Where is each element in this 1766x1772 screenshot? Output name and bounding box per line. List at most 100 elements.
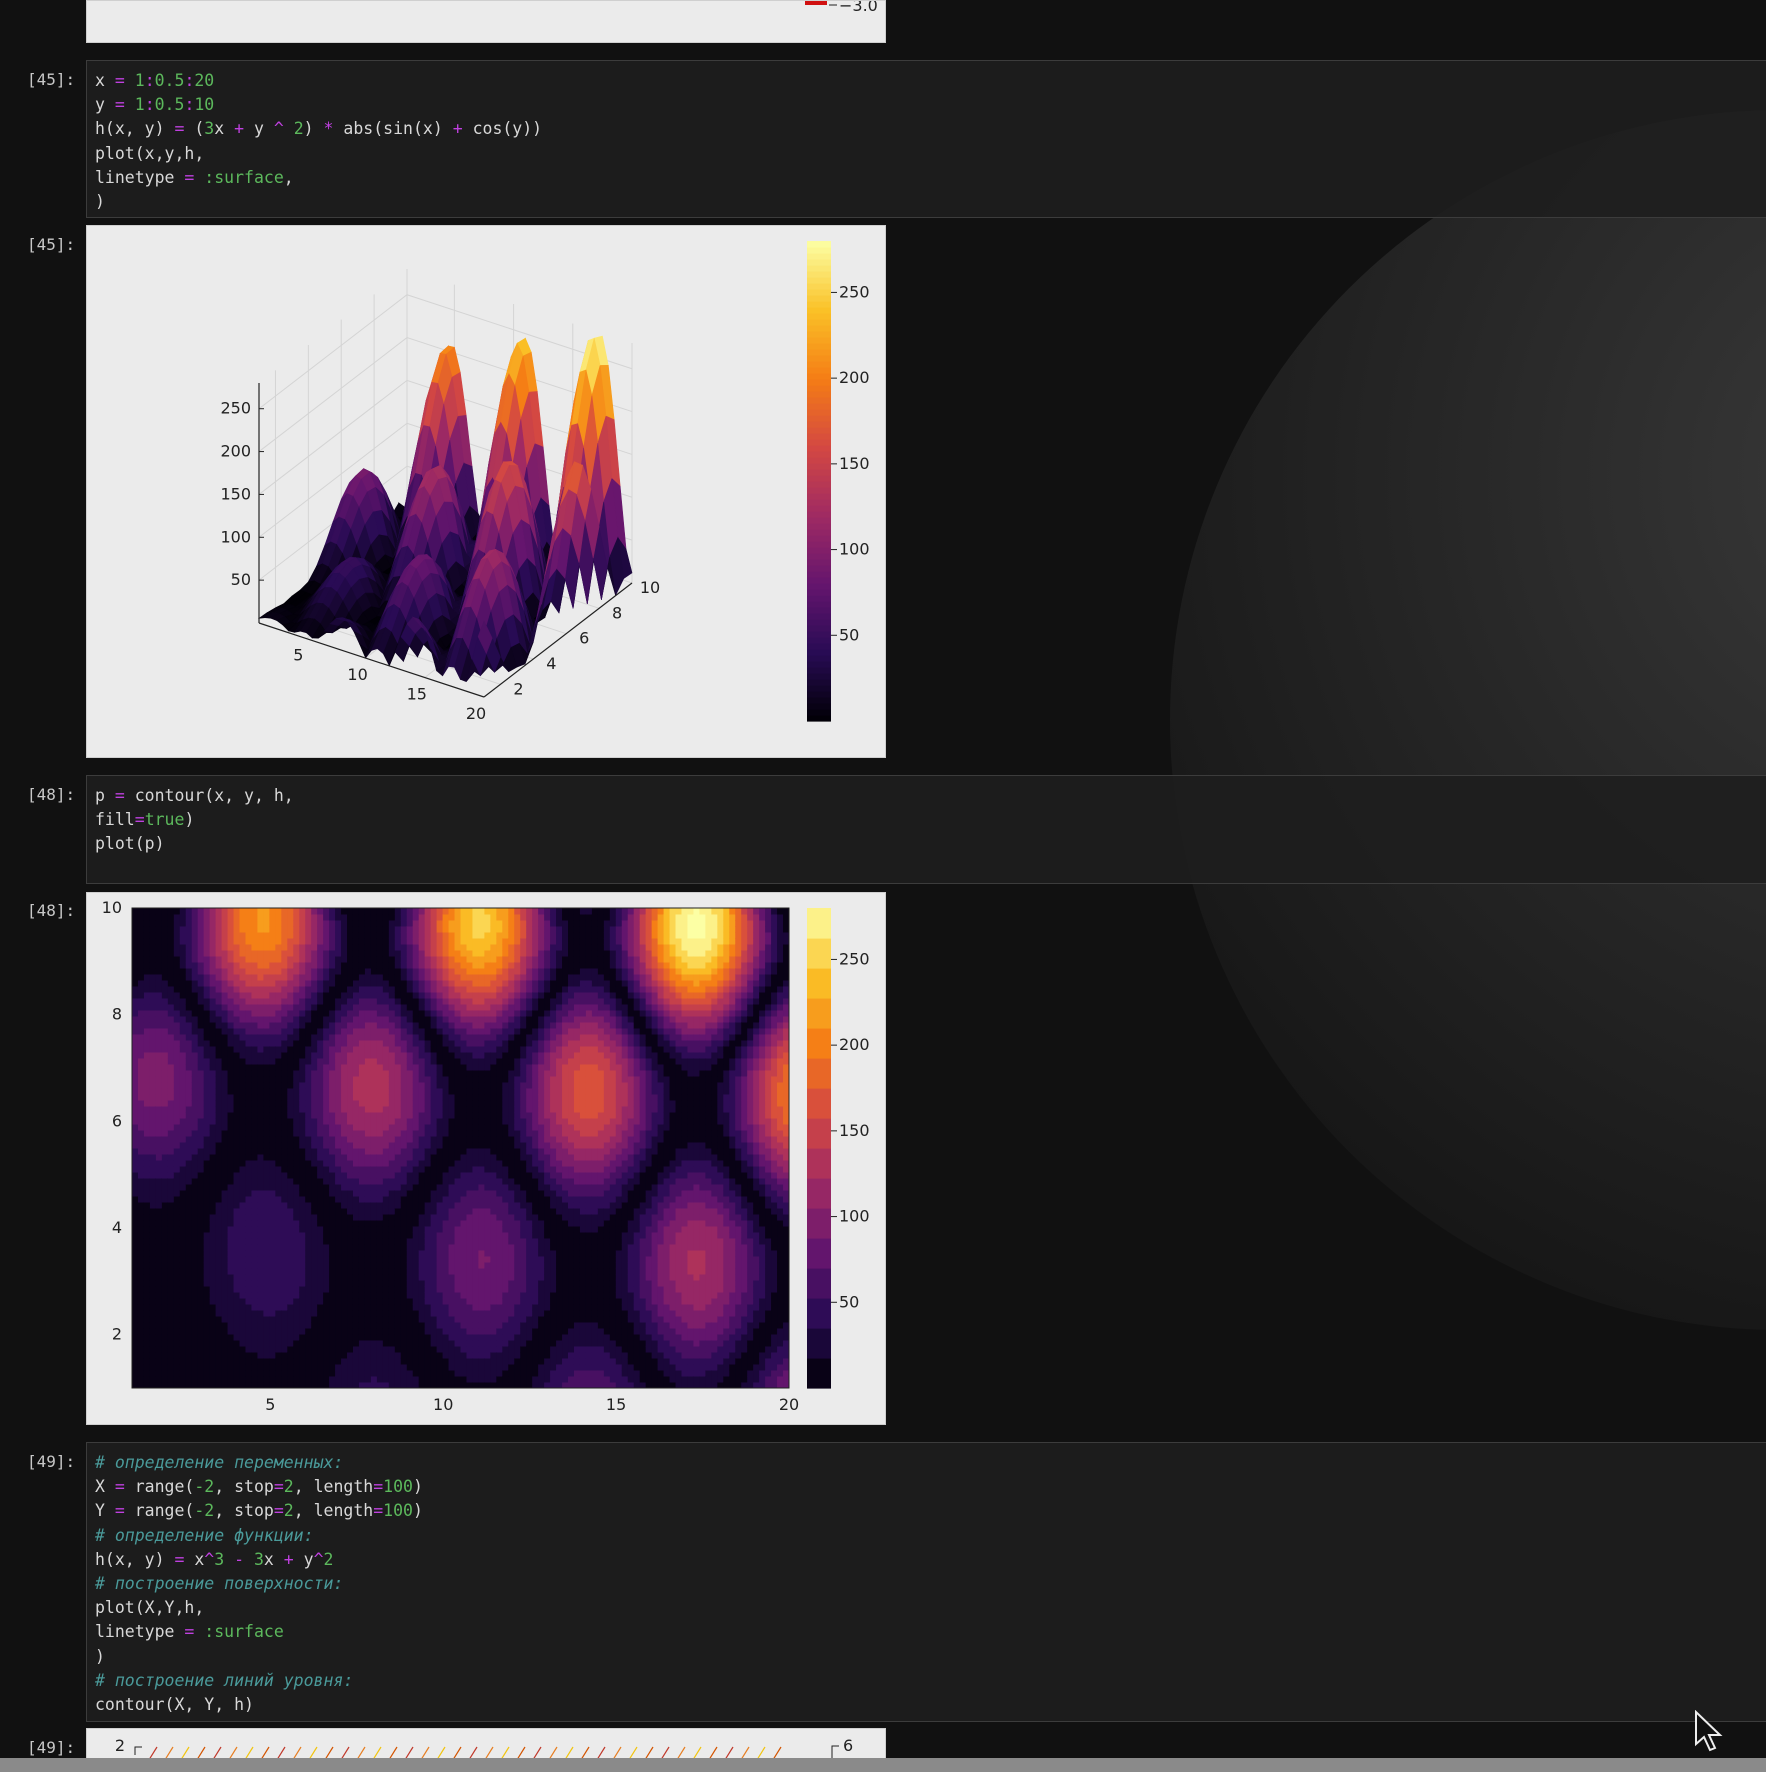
- contour-cell: [149, 956, 157, 963]
- contour-cell: [394, 1334, 402, 1341]
- contour-cell: [388, 1088, 396, 1095]
- contour-cell: [167, 1292, 175, 1299]
- contour-cell: [132, 1370, 139, 1377]
- contour-cell: [167, 1076, 175, 1083]
- contour-cell: [233, 1244, 241, 1251]
- contour-cell: [257, 938, 264, 945]
- contour-cell: [137, 1124, 145, 1131]
- contour-cell: [173, 1286, 181, 1293]
- contour-cell: [400, 1010, 408, 1017]
- contour-cell: [412, 1352, 420, 1359]
- contour-cell: [311, 1352, 318, 1359]
- contour-cell: [412, 1280, 420, 1287]
- contour-cell: [418, 1184, 426, 1191]
- contour-cell: [275, 1202, 282, 1209]
- contour-cell: [293, 1064, 300, 1071]
- code-token: h(x, y): [95, 119, 175, 139]
- contour-cell: [269, 1208, 276, 1215]
- contour-cell: [221, 1064, 229, 1071]
- contour-cell: [347, 1292, 354, 1299]
- contour-cell: [239, 1262, 246, 1269]
- contour-cell: [305, 1076, 312, 1083]
- contour-cell: [191, 1196, 199, 1203]
- contour-cell: [412, 1028, 420, 1035]
- contour-cell: [245, 1340, 252, 1347]
- contour-cell: [406, 1268, 414, 1275]
- contour-cell: [376, 974, 384, 981]
- contour-cell: [281, 1196, 288, 1203]
- contour-cell: [352, 1010, 360, 1017]
- contour-cell: [251, 992, 258, 999]
- contour-cell: [191, 1274, 199, 1281]
- contour-cell: [388, 908, 396, 915]
- contour-cell: [436, 1340, 444, 1347]
- contour-cell: [352, 1160, 360, 1167]
- contour-cell: [149, 1328, 157, 1335]
- y-tick-label: 2: [513, 679, 523, 698]
- contour-cell: [418, 1088, 426, 1095]
- contour-cell: [233, 1370, 241, 1377]
- code-cell-45[interactable]: x = 1:0.5:20 y = 1:0.5:10 h(x, y) = (3x + …: [86, 60, 1766, 218]
- contour-cell: [299, 1112, 306, 1119]
- contour-cell: [233, 914, 241, 921]
- contour-cell: [233, 1346, 241, 1353]
- code-cell-48[interactable]: p = contour(x, y, h, fill=true) plot(p): [86, 775, 1766, 884]
- contour-cell: [347, 1310, 354, 1317]
- contour-cell: [143, 920, 151, 927]
- contour-cell: [173, 1202, 181, 1209]
- contour-cell: [394, 1310, 402, 1317]
- contour-cell: [329, 1346, 336, 1353]
- contour-cell: [281, 1184, 288, 1191]
- contour-cell: [418, 1016, 426, 1023]
- contour-cell: [364, 1292, 372, 1299]
- contour-cell: [341, 1358, 348, 1365]
- contour-cell: [418, 1004, 426, 1011]
- contour-cell: [281, 1334, 288, 1341]
- contour-cell: [335, 1076, 342, 1083]
- contour-cell: [394, 1232, 402, 1239]
- contour-cell: [263, 1208, 270, 1215]
- contour-cell: [293, 1178, 300, 1185]
- contour-cell: [382, 1202, 390, 1209]
- contour-cell: [388, 1334, 396, 1341]
- contour-cell: [436, 1304, 444, 1311]
- contour-cell: [430, 1106, 438, 1113]
- contour-cell: [275, 1040, 282, 1047]
- contour-cell: [412, 1292, 420, 1299]
- colorbar-segment: [807, 319, 831, 326]
- contour-cell: [364, 956, 372, 963]
- contour-cell: [239, 974, 246, 981]
- contour-cell: [311, 1004, 318, 1011]
- contour-cell: [269, 1112, 276, 1119]
- contour-cell: [311, 1052, 318, 1059]
- contour-cell: [233, 1088, 241, 1095]
- contour-cell: [191, 1256, 199, 1263]
- contour-cell: [305, 1124, 312, 1131]
- contour-cell: [149, 1334, 157, 1341]
- contour-cell: [323, 1064, 330, 1071]
- contour-cell: [412, 1322, 420, 1329]
- contour-cell: [167, 1298, 175, 1305]
- contour-cell: [179, 1310, 187, 1317]
- contour-cell: [221, 1022, 229, 1029]
- contour-cell: [209, 1364, 217, 1371]
- contour-cell: [317, 1298, 324, 1305]
- contour-cell: [352, 1154, 360, 1161]
- contour-cell: [143, 980, 151, 987]
- contour-cell: [394, 1214, 402, 1221]
- contour-cell: [179, 932, 187, 939]
- contour-cell: [257, 1304, 264, 1311]
- contour-cell: [185, 1370, 193, 1377]
- contour-cell: [412, 1274, 420, 1281]
- contour-cell: [418, 1232, 426, 1239]
- contour-cell: [323, 962, 330, 969]
- contour-cell: [370, 1262, 378, 1269]
- contour-cell: [221, 944, 229, 951]
- contour-cell: [215, 1364, 223, 1371]
- contour-cell: [358, 1274, 366, 1281]
- contour-cell: [376, 1106, 384, 1113]
- contour-cell: [161, 1232, 169, 1239]
- contour-cell: [287, 908, 294, 915]
- contour-cell: [185, 1286, 193, 1293]
- contour-cell: [382, 1022, 390, 1029]
